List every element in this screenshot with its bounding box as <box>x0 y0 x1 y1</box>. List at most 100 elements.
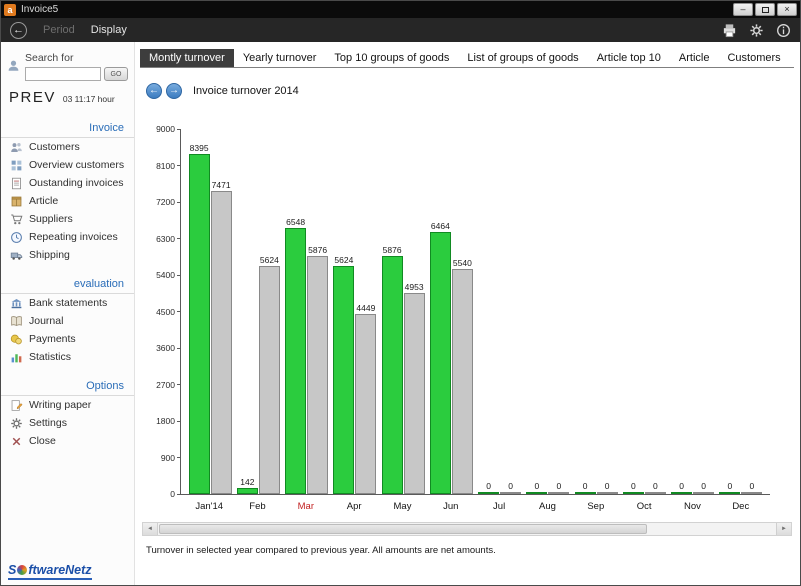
section-header-options: Options <box>1 380 134 396</box>
sidebar-item-payments[interactable]: Payments <box>1 330 134 348</box>
sidebar-item-label: Statistics <box>29 351 71 363</box>
back-button[interactable]: ← <box>10 22 27 39</box>
print-icon[interactable] <box>722 23 737 38</box>
sidebar-item-close[interactable]: Close <box>1 432 134 450</box>
bar-value-label: 5540 <box>453 259 472 268</box>
prev-label: PREV <box>9 89 56 106</box>
y-tick: 9000 <box>151 124 181 134</box>
sidebar-item-repeating-invoices[interactable]: Repeating invoices <box>1 228 134 246</box>
close-window-button[interactable]: × <box>777 3 797 16</box>
bar-2014 <box>478 492 499 494</box>
bar-2014 <box>575 492 596 494</box>
minimize-button[interactable]: – <box>733 3 753 16</box>
bar-group: 64645540 <box>427 129 475 494</box>
scrollbar-track[interactable] <box>158 523 776 535</box>
info-icon[interactable] <box>776 23 791 38</box>
bar-2014 <box>237 488 258 494</box>
bar-value-label: 0 <box>508 482 513 491</box>
sidebar-item-outstanding-invoices[interactable]: Oustanding invoices <box>1 174 134 192</box>
bar-value-label: 0 <box>605 482 610 491</box>
sidebar-item-customers[interactable]: Customers <box>1 138 134 156</box>
sidebar-item-label: Payments <box>29 333 76 345</box>
bar-previous-year <box>355 314 376 494</box>
sidebar-item-label: Journal <box>29 315 63 327</box>
bank-statements-icon <box>10 297 23 310</box>
sidebar-item-label: Bank statements <box>29 297 107 309</box>
sidebar-item-shipping[interactable]: Shipping <box>1 246 134 264</box>
logo-ball-icon <box>17 565 27 575</box>
repeating-invoices-icon <box>10 231 23 244</box>
x-axis-label: May <box>378 495 426 512</box>
toolbar-period[interactable]: Period <box>43 24 75 36</box>
bar-value-label: 5624 <box>260 256 279 265</box>
sidebar-item-writing-paper[interactable]: Writing paper <box>1 396 134 414</box>
sidebar-item-label: Article <box>29 195 58 207</box>
y-tick: 1800 <box>151 416 181 426</box>
bar-group: 58764953 <box>379 129 427 494</box>
x-axis-label: Sep <box>572 495 620 512</box>
sidebar-item-label: Oustanding invoices <box>29 177 124 189</box>
sidebar-item-bank-statements[interactable]: Bank statements <box>1 294 134 312</box>
bar-group: 142 5624 <box>234 129 282 494</box>
chart-footnote: Turnover in selected year compared to pr… <box>146 545 794 556</box>
tab-top10-groups[interactable]: Top 10 groups of goods <box>325 49 458 67</box>
sidebar-item-label: Writing paper <box>29 399 91 411</box>
scroll-right-button[interactable]: ► <box>776 523 791 535</box>
customers-icon <box>10 141 23 154</box>
go-button[interactable]: GO <box>104 67 128 81</box>
plot-area: 0900180027003600450054006300720081009000… <box>180 129 770 495</box>
search-input[interactable] <box>25 67 101 81</box>
bar-value-label: 7471 <box>212 181 231 190</box>
toolbar-display[interactable]: Display <box>91 24 127 36</box>
next-period-button[interactable]: → <box>166 83 182 99</box>
toolbar: ← Period Display <box>1 18 800 42</box>
tab-list-groups[interactable]: List of groups of goods <box>458 49 587 67</box>
sidebar-item-label: Customers <box>29 141 80 153</box>
sidebar-item-article[interactable]: Article <box>1 192 134 210</box>
turnover-chart: 0900180027003600450054006300720081009000… <box>148 129 770 512</box>
bar-group: 56244449 <box>331 129 379 494</box>
bar-2014 <box>526 492 547 494</box>
tab-yearly-turnover[interactable]: Yearly turnover <box>234 49 326 67</box>
bar-value-label: 0 <box>631 482 636 491</box>
bar-value-label: 0 <box>728 482 733 491</box>
bar-2014 <box>623 492 644 494</box>
bar-2014 <box>189 154 210 494</box>
bar-2014 <box>719 492 740 494</box>
settings-gear-icon[interactable] <box>749 23 764 38</box>
sidebar-item-suppliers[interactable]: Suppliers <box>1 210 134 228</box>
bar-value-label: 5876 <box>308 246 327 255</box>
bar-value-label: 142 <box>240 478 254 487</box>
prev-period-button[interactable]: ← <box>146 83 162 99</box>
y-tick: 2700 <box>151 380 181 390</box>
tab-customers[interactable]: Customers <box>718 49 789 67</box>
bar-previous-year <box>693 492 714 494</box>
sidebar-item-journal[interactable]: Journal <box>1 312 134 330</box>
bar-value-label: 0 <box>750 482 755 491</box>
payments-icon <box>10 333 23 346</box>
section-header-evaluation: evaluation <box>1 278 134 294</box>
close-icon <box>10 435 23 448</box>
tab-article-top10[interactable]: Article top 10 <box>588 49 670 67</box>
sidebar-item-overview-customers[interactable]: Overview customers <box>1 156 134 174</box>
bar-previous-year <box>404 293 425 494</box>
x-axis-label: Aug <box>523 495 571 512</box>
bar-2014 <box>285 228 306 494</box>
bar-value-label: 0 <box>653 482 658 491</box>
sidebar-item-statistics[interactable]: Statistics <box>1 348 134 366</box>
tab-article[interactable]: Article <box>670 49 719 67</box>
bar-value-label: 0 <box>486 482 491 491</box>
y-tick: 5400 <box>151 270 181 280</box>
title-bar: a Invoice5 – × <box>1 1 800 18</box>
horizontal-scrollbar[interactable]: ◄ ► <box>142 522 792 536</box>
maximize-button[interactable] <box>755 3 775 16</box>
sidebar-item-settings[interactable]: Settings <box>1 414 134 432</box>
x-axis-label: Mar <box>282 495 330 512</box>
bar-previous-year <box>597 492 618 494</box>
search-block: Search for GO <box>1 50 134 85</box>
chart-title: Invoice turnover 2014 <box>193 85 299 97</box>
scrollbar-thumb[interactable] <box>159 524 647 534</box>
overview-customers-icon <box>10 159 23 172</box>
tab-monthly-turnover[interactable]: Montly turnover <box>140 49 234 67</box>
scroll-left-button[interactable]: ◄ <box>143 523 158 535</box>
